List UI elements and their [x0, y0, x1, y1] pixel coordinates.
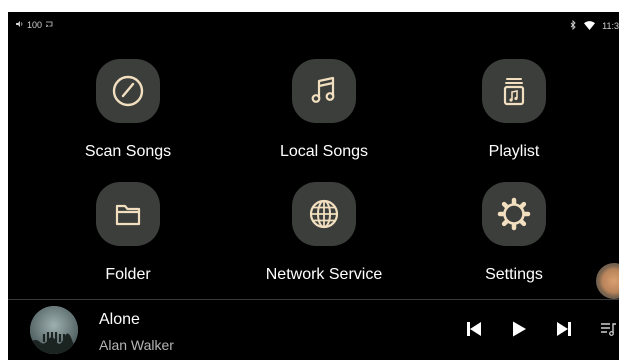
bluetooth-icon	[570, 19, 577, 32]
play-icon	[513, 321, 526, 337]
wifi-icon	[584, 20, 596, 32]
playlist-icon	[482, 59, 546, 123]
previous-button[interactable]	[463, 318, 485, 340]
status-time: 11:3	[602, 21, 619, 31]
queue-button[interactable]	[598, 318, 619, 340]
skip-previous-icon	[467, 322, 481, 336]
scan-songs-tile[interactable]: Scan Songs	[53, 59, 203, 179]
tile-label: Network Service	[265, 266, 383, 283]
folder-tile[interactable]: Folder	[53, 182, 203, 302]
floating-assist-button[interactable]	[596, 263, 619, 299]
globe-icon	[292, 182, 356, 246]
local-songs-tile[interactable]: Local Songs	[249, 59, 399, 179]
gear-icon	[482, 182, 546, 246]
music-note-icon	[292, 59, 356, 123]
divider	[8, 299, 619, 300]
song-title: Alone	[99, 311, 140, 328]
song-artist: Alan Walker	[99, 337, 174, 353]
volume-icon	[16, 20, 24, 30]
album-art[interactable]	[30, 306, 78, 354]
skip-next-icon	[557, 322, 571, 336]
playlist-tile[interactable]: Playlist	[439, 59, 589, 179]
cast-icon	[45, 20, 53, 30]
tile-label: Folder	[105, 266, 151, 283]
scan-icon	[96, 59, 160, 123]
network-service-tile[interactable]: Network Service	[249, 182, 399, 302]
tile-label: Settings	[485, 266, 543, 283]
settings-tile[interactable]: Settings	[439, 182, 589, 302]
status-right: 11:3	[570, 19, 619, 32]
queue-music-icon	[601, 323, 616, 336]
next-button[interactable]	[553, 318, 575, 340]
app-screen: 100 11:3 Scan Songs Local Songs Playlist…	[8, 12, 619, 360]
tile-label: Scan Songs	[84, 143, 172, 160]
tile-label: Playlist	[488, 143, 540, 160]
folder-icon	[96, 182, 160, 246]
status-bar: 100 11:3	[8, 12, 619, 38]
volume-level: 100	[27, 20, 43, 30]
play-button[interactable]	[508, 318, 530, 340]
tile-label: Local Songs	[279, 143, 369, 160]
status-left: 100	[16, 20, 53, 30]
